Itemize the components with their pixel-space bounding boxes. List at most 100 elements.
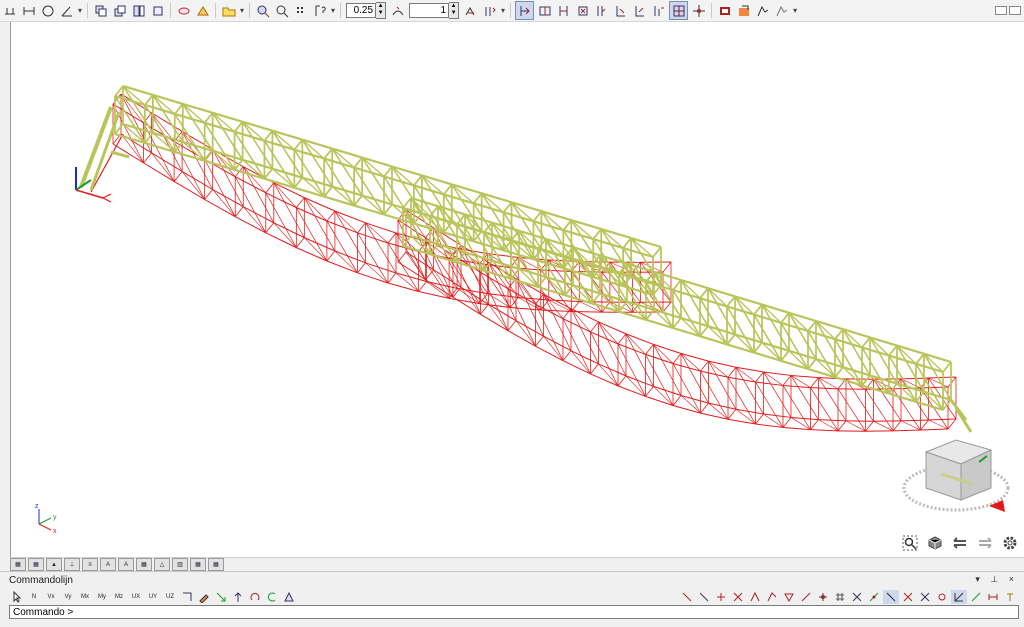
display-labels-icon[interactable] [631, 2, 648, 19]
help-icon[interactable] [311, 2, 328, 19]
perpendicular-snap-icon[interactable] [883, 590, 899, 604]
triangle-tool-icon[interactable] [781, 590, 797, 604]
calculate-icon[interactable] [194, 2, 211, 19]
rotate-left-icon[interactable] [949, 533, 971, 553]
display-nodes-icon[interactable] [515, 1, 534, 20]
export-icon[interactable] [735, 2, 752, 19]
report-icon[interactable] [754, 2, 771, 19]
scale-spinner[interactable]: ▲▼ [346, 3, 386, 18]
cmd-my[interactable]: My [94, 590, 110, 604]
scale-input[interactable] [346, 3, 376, 18]
tab-1[interactable]: ▦ [10, 558, 26, 571]
dropdown-caret[interactable]: ▾ [793, 6, 797, 15]
cmd-uy[interactable]: UY [145, 590, 161, 604]
frame-icon[interactable] [179, 590, 195, 604]
cmd-ux[interactable]: UX [128, 590, 144, 604]
text-snap-icon[interactable] [1002, 590, 1018, 604]
eye-icon[interactable] [175, 2, 192, 19]
dropdown-caret[interactable]: ▾ [501, 6, 505, 15]
polyline-tool-icon[interactable] [764, 590, 780, 604]
nearest-snap-icon[interactable] [968, 590, 984, 604]
node-snap-icon[interactable] [849, 590, 865, 604]
panel-controls[interactable]: ▾ ⊥ × [975, 574, 1018, 585]
copy-icon[interactable] [92, 2, 109, 19]
factor-spinner-arrows[interactable]: ▲▼ [449, 2, 459, 19]
arrow-up-icon[interactable] [230, 590, 246, 604]
display-members-icon[interactable] [536, 2, 553, 19]
deformation-icon[interactable] [389, 2, 406, 19]
grid-snap-icon[interactable] [832, 590, 848, 604]
display-numbers-icon[interactable] [650, 2, 667, 19]
cmd-n[interactable]: N [26, 590, 42, 604]
tab-5[interactable]: ≡ [82, 558, 98, 571]
tab-12[interactable]: ▦ [208, 558, 224, 571]
intersection-snap-icon[interactable] [900, 590, 916, 604]
factor-spinner[interactable]: ▲▼ [409, 3, 459, 18]
maximize-icon[interactable] [1009, 6, 1021, 15]
factor-input[interactable] [409, 3, 449, 18]
snap-tool-icon[interactable] [815, 590, 831, 604]
cross-tool-icon[interactable] [730, 590, 746, 604]
angle-icon[interactable] [58, 2, 75, 19]
tab-4[interactable]: ⊥ [64, 558, 80, 571]
command-input[interactable]: Commando > [9, 605, 1019, 619]
dropdown-caret[interactable]: ▾ [240, 6, 244, 15]
tab-2[interactable]: ▦ [28, 558, 44, 571]
folder-icon[interactable] [220, 2, 237, 19]
node-icon[interactable] [1, 2, 18, 19]
load-combination-icon[interactable] [462, 2, 479, 19]
tab-10[interactable]: ▥ [172, 558, 188, 571]
tab-9[interactable]: △ [154, 558, 170, 571]
render-icon[interactable] [254, 2, 271, 19]
display-releases-icon[interactable] [612, 2, 629, 19]
dropdown-caret[interactable]: ▾ [78, 6, 82, 15]
line-tool-3-icon[interactable] [713, 590, 729, 604]
moment-icon[interactable] [247, 590, 263, 604]
display-sections-icon[interactable] [593, 2, 610, 19]
rotation-icon[interactable] [264, 590, 280, 604]
grid-icon[interactable] [292, 2, 309, 19]
extension-snap-icon[interactable] [951, 590, 967, 604]
zoom-icon[interactable] [273, 2, 290, 19]
zoom-window-icon[interactable] [899, 533, 921, 553]
result-icon[interactable] [481, 2, 498, 19]
cmd-mx[interactable]: Mx [77, 590, 93, 604]
view-cube[interactable] [904, 440, 1008, 512]
dropdown-caret[interactable]: ▾ [331, 6, 335, 15]
line-tool-2-icon[interactable] [696, 590, 712, 604]
display-axes-icon[interactable] [690, 2, 707, 19]
rotate-right-icon[interactable] [974, 533, 996, 553]
pencil-icon[interactable] [196, 590, 212, 604]
dimension-snap-icon[interactable] [985, 590, 1001, 604]
print-icon[interactable] [716, 2, 733, 19]
circle-icon[interactable] [39, 2, 56, 19]
tab-3[interactable]: ▲ [46, 558, 62, 571]
cmd-vy[interactable]: Vy [60, 590, 76, 604]
select-icon[interactable] [9, 590, 25, 604]
copy-array-icon[interactable] [111, 2, 128, 19]
line-tool-1-icon[interactable] [679, 590, 695, 604]
display-supports-icon[interactable] [555, 2, 572, 19]
tab-6[interactable]: A [100, 558, 116, 571]
tab-7[interactable]: A [118, 558, 134, 571]
arrow-down-icon[interactable] [213, 590, 229, 604]
view-cube-icon[interactable] [924, 533, 946, 553]
cmd-vx[interactable]: Vx [43, 590, 59, 604]
restore-icon[interactable] [995, 6, 1007, 15]
angle-tool-icon[interactable] [747, 590, 763, 604]
display-loads-icon[interactable] [574, 2, 591, 19]
cmd-uz[interactable]: UZ [162, 590, 178, 604]
tab-11[interactable]: ▦ [190, 558, 206, 571]
midpoint-snap-icon[interactable] [866, 590, 882, 604]
display-grid-icon[interactable] [669, 1, 688, 20]
cmd-mz[interactable]: Mz [111, 590, 127, 604]
center-snap-icon[interactable] [934, 590, 950, 604]
gear-icon[interactable] [999, 533, 1021, 553]
tangent-snap-icon[interactable] [917, 590, 933, 604]
model-viewport[interactable]: z y x [10, 22, 1024, 557]
support-icon[interactable] [281, 590, 297, 604]
scale-spinner-arrows[interactable]: ▲▼ [376, 2, 386, 19]
diagonal-tool-icon[interactable] [798, 590, 814, 604]
move-icon[interactable] [149, 2, 166, 19]
mirror-icon[interactable] [130, 2, 147, 19]
